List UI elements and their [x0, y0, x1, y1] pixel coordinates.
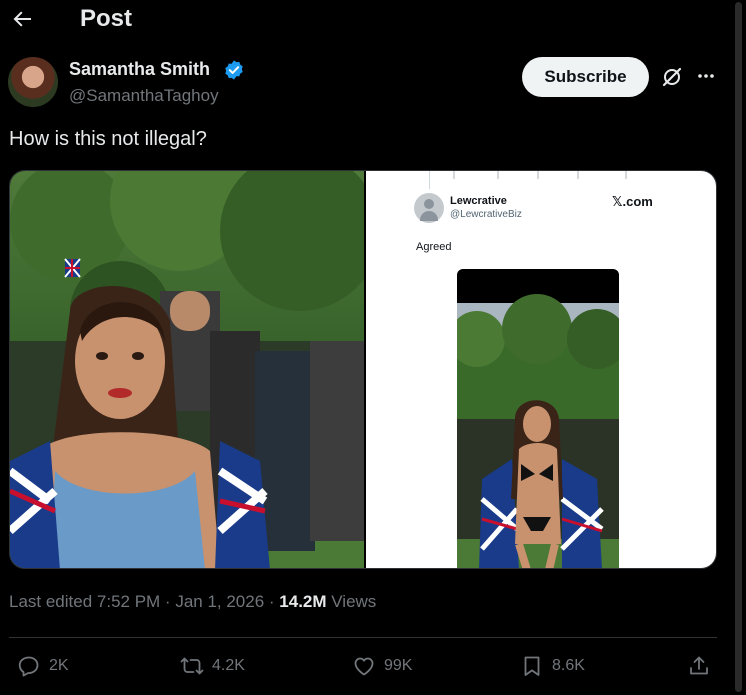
- like-button[interactable]: 99K: [352, 652, 412, 680]
- grok-icon[interactable]: [660, 65, 684, 89]
- subscribe-button[interactable]: Subscribe: [522, 57, 649, 97]
- post-media[interactable]: Lewcrative @LewcrativeBiz 𝕏.com Agreed: [9, 170, 717, 569]
- repost-icon: [180, 657, 204, 675]
- like-count: 99K: [384, 657, 413, 674]
- embedded-reply-text: Agreed: [416, 241, 452, 253]
- divider: [9, 637, 717, 638]
- views-label: Views: [326, 592, 377, 611]
- more-options-icon[interactable]: [696, 66, 716, 86]
- embedded-user-handle: @LewcrativeBiz: [450, 209, 522, 220]
- repost-button[interactable]: 4.2K: [180, 652, 245, 680]
- edited-timestamp[interactable]: Last edited 7:52 PM · Jan 1, 2026 ·: [9, 592, 279, 611]
- post-text: How is this not illegal?: [9, 128, 207, 150]
- scrollbar-thumb[interactable]: [735, 2, 742, 692]
- embedded-site-label: 𝕏.com: [612, 194, 653, 209]
- back-arrow-icon[interactable]: [10, 7, 34, 31]
- views-count: 14.2M: [279, 592, 327, 611]
- thread-line: [429, 171, 430, 189]
- author-handle[interactable]: @SamanthaTaghoy: [69, 86, 219, 106]
- author-name[interactable]: Samantha Smith: [69, 59, 210, 80]
- repost-count: 4.2K: [212, 657, 245, 674]
- embedded-user-name: Lewcrative: [450, 195, 507, 207]
- bookmark-count: 8.6K: [552, 657, 585, 674]
- top-bar: Post: [0, 0, 746, 40]
- share-icon: [690, 656, 708, 675]
- faded-metrics-row: [453, 171, 627, 179]
- bookmark-icon: [524, 656, 540, 676]
- embedded-avatar: [414, 193, 444, 223]
- reply-button[interactable]: 2K: [17, 652, 69, 680]
- verified-badge-icon[interactable]: [223, 59, 245, 81]
- avatar[interactable]: [8, 57, 58, 107]
- reply-count: 2K: [49, 657, 69, 674]
- bookmark-button[interactable]: 8.6K: [520, 652, 585, 680]
- reply-icon: [18, 656, 39, 677]
- post-meta: Last edited 7:52 PM · Jan 1, 2026 · 14.2…: [9, 592, 376, 612]
- embedded-photo: [457, 269, 619, 568]
- heart-icon: [354, 657, 374, 676]
- photo-left[interactable]: [10, 171, 364, 569]
- photo-right[interactable]: Lewcrative @LewcrativeBiz 𝕏.com Agreed: [366, 171, 716, 568]
- page-title: Post: [80, 5, 133, 32]
- share-button[interactable]: [687, 652, 711, 680]
